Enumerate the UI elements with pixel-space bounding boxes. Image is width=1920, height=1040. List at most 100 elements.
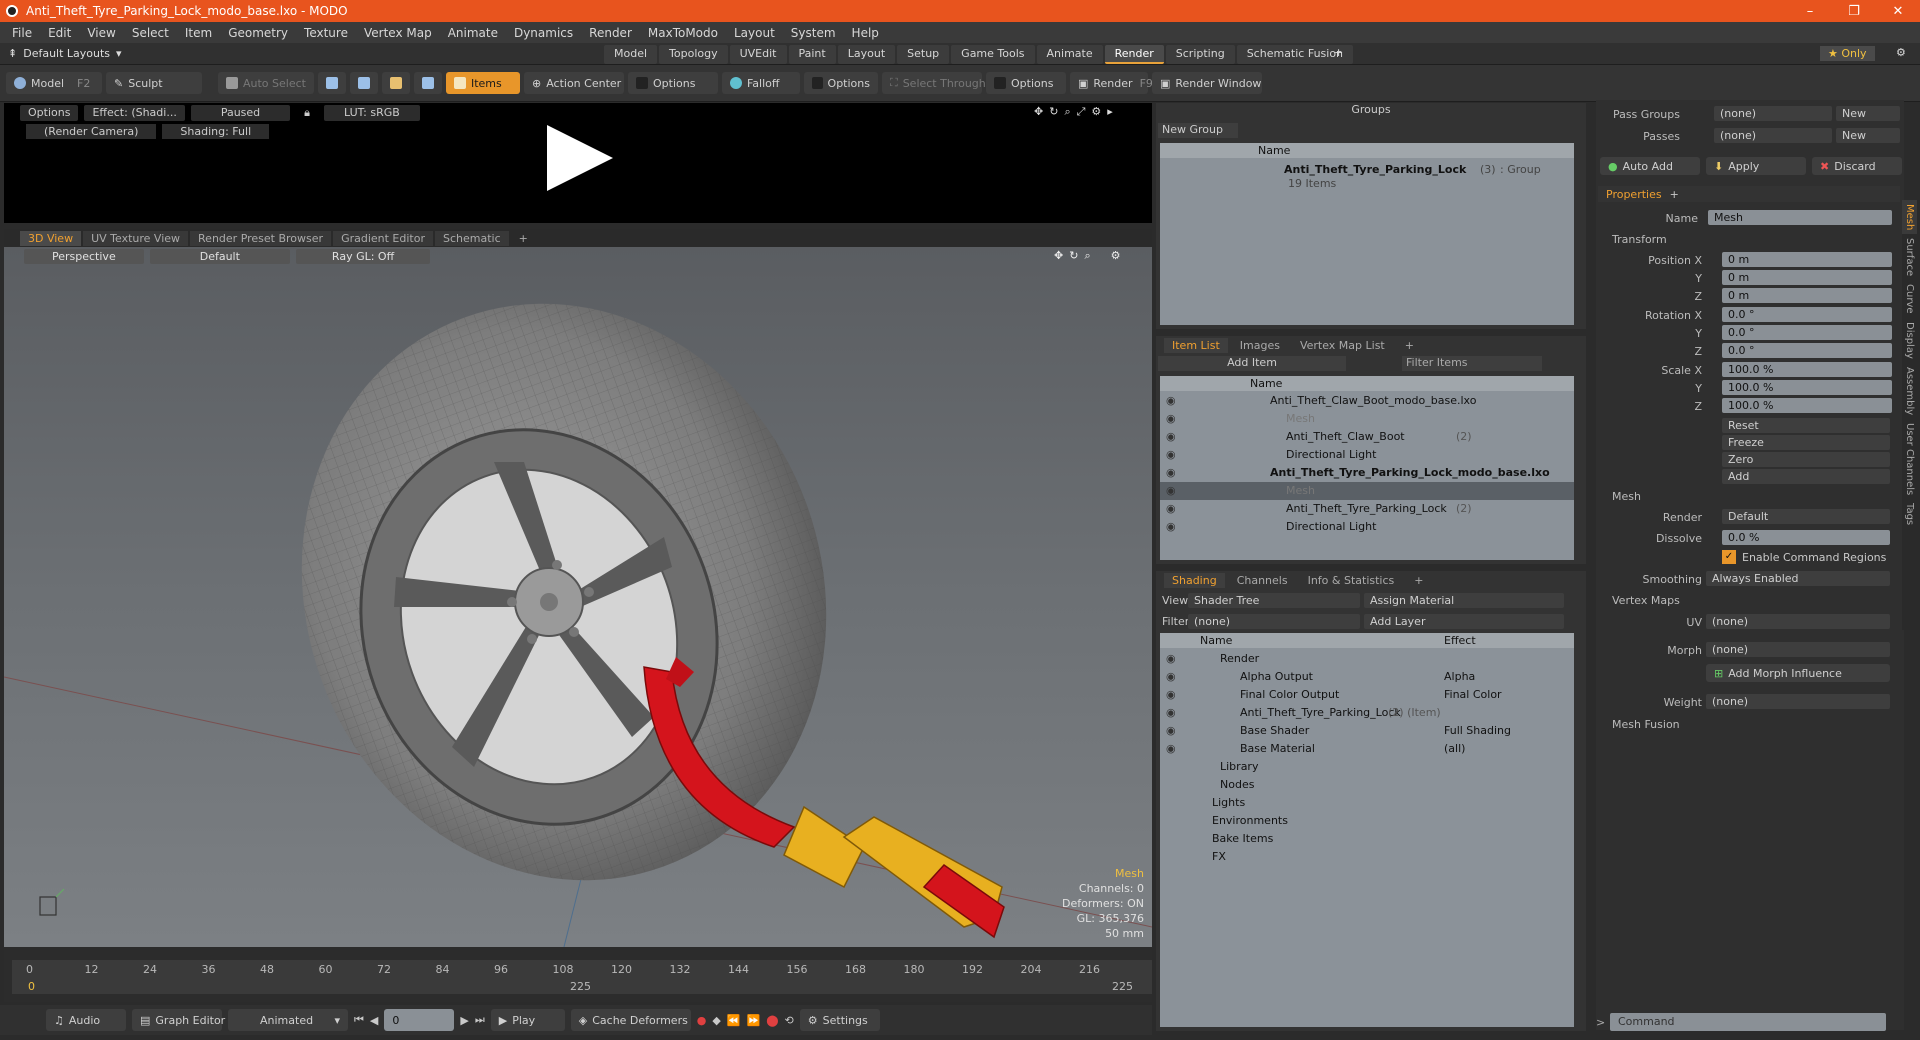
menu-dynamics[interactable]: Dynamics (506, 26, 581, 40)
side-tab-mesh[interactable]: Mesh (1902, 200, 1917, 235)
passes-dropdown[interactable]: (none) (1714, 128, 1832, 143)
add-layout-icon[interactable]: + (1334, 46, 1343, 59)
material-mode-button[interactable] (413, 72, 442, 94)
select-options-button[interactable]: Options (985, 72, 1066, 94)
vertex-mode-button[interactable] (317, 72, 346, 94)
item-list-row[interactable]: ◉ Anti_Theft_Claw_Boot (2) (1160, 428, 1574, 446)
action-center-button[interactable]: ⊕ Action Center (523, 72, 624, 94)
position-x-field[interactable]: 0 m (1722, 252, 1892, 267)
eye-icon[interactable]: ◉ (1166, 430, 1176, 443)
gear-icon[interactable]: ⚙ (1896, 46, 1906, 59)
viewport-tab-schematic[interactable]: Schematic (435, 230, 509, 246)
key-icon[interactable]: ◆ (712, 1014, 720, 1027)
menu-select[interactable]: Select (124, 26, 177, 40)
layout-tab-paint[interactable]: Paint (788, 45, 836, 64)
position-y-field[interactable]: 0 m (1722, 270, 1892, 285)
rotation-z-field[interactable]: 0.0 ° (1722, 343, 1892, 358)
item-list-row[interactable]: ◉ Anti_Theft_Claw_Boot_modo_base.lxo (1160, 392, 1574, 410)
gear-icon[interactable]: ⚙ (1091, 105, 1101, 119)
itemlist-tab-vertex-map-list[interactable]: Vertex Map List (1292, 338, 1393, 353)
animated-dropdown[interactable]: Animated ▾ (228, 1009, 348, 1031)
apply-button[interactable]: ⬇ Apply (1706, 157, 1806, 175)
eye-icon[interactable]: ◉ (1166, 520, 1176, 533)
view-dropdown[interactable]: Shader Tree (1188, 593, 1360, 608)
layout-tab-model[interactable]: Model (604, 45, 658, 64)
shader-tree-row[interactable]: ◉ Anti_Theft_Tyre_Parking_Lock (2) (Item) (1160, 704, 1574, 722)
keyframe-next-icon[interactable]: ⏩ (747, 1014, 761, 1027)
viewport-tab-gradient-editor[interactable]: Gradient Editor (333, 230, 433, 246)
eye-icon[interactable]: ◉ (1166, 670, 1176, 683)
falloff-button[interactable]: Falloff (721, 72, 800, 94)
side-tab-assembly[interactable]: Assembly (1902, 363, 1917, 419)
action-center-options-button[interactable]: Options (627, 72, 718, 94)
menu-system[interactable]: System (783, 26, 844, 40)
items-mode-button[interactable]: Items (445, 72, 520, 94)
layout-tab-game-tools[interactable]: Game Tools (951, 45, 1035, 64)
render-dropdown[interactable]: Default (1722, 509, 1890, 524)
name-input[interactable]: Mesh (1708, 210, 1892, 225)
discard-button[interactable]: ✖ Discard (1812, 157, 1902, 175)
shader-tree-row[interactable]: ◉ Render (1160, 650, 1574, 668)
layout-tab-topology[interactable]: Topology (659, 45, 728, 64)
frame-input[interactable]: 0 (384, 1009, 455, 1031)
group-name[interactable]: Anti_Theft_Tyre_Parking_Lock (1284, 163, 1466, 176)
menu-edit[interactable]: Edit (40, 26, 79, 40)
model-mode-button[interactable]: Model F2 (6, 72, 102, 94)
itemlist-tab-images[interactable]: Images (1232, 338, 1288, 353)
side-tab-display[interactable]: Display (1902, 318, 1917, 363)
properties-tab[interactable]: Properties (1606, 188, 1662, 201)
item-list-row[interactable]: ◉ Mesh (1160, 482, 1574, 500)
add-morph-influence-button[interactable]: ⊞ Add Morph Influence (1706, 664, 1890, 682)
add-tab-icon[interactable]: + (1406, 573, 1431, 588)
scale-y-field[interactable]: 100.0 % (1722, 380, 1892, 395)
groups-list[interactable]: Name Anti_Theft_Tyre_Parking_Lock (3) : … (1160, 143, 1574, 325)
play-button[interactable]: ▶ Play (490, 1009, 565, 1031)
layout-tab-animate[interactable]: Animate (1036, 45, 1103, 64)
sculpt-button[interactable]: ✎ Sculpt (106, 72, 202, 94)
rotation-x-field[interactable]: 0.0 ° (1722, 307, 1892, 322)
auto-add-button[interactable]: ● Auto Add (1600, 157, 1700, 175)
eye-icon[interactable]: ◉ (1166, 688, 1176, 701)
item-list-row[interactable]: ◉ Anti_Theft_Tyre_Parking_Lock (2) (1160, 500, 1574, 518)
morph-dropdown[interactable]: (none) (1706, 642, 1890, 657)
select-through-button[interactable]: ⛶ Select Through (881, 72, 986, 94)
step-back-icon[interactable]: ◀ (370, 1014, 378, 1027)
command-input[interactable]: Command (1610, 1013, 1886, 1031)
shader-tree-effect[interactable]: Full Shading (1444, 724, 1511, 737)
record-icon[interactable]: ● (697, 1014, 707, 1027)
shader-tree-row[interactable]: Library (1160, 758, 1574, 776)
menu-vertex-map[interactable]: Vertex Map (356, 26, 440, 40)
enable-command-regions-checkbox[interactable]: ✓ (1722, 550, 1736, 564)
add-tab-icon[interactable]: + (1397, 338, 1422, 353)
auto-select-button[interactable]: Auto Select (218, 72, 314, 94)
only-toggle[interactable]: ★ Only (1820, 46, 1875, 61)
close-icon[interactable]: ✕ (1876, 4, 1920, 19)
arrow-right-icon[interactable]: ▸ (1107, 105, 1113, 119)
side-tab-tags[interactable]: Tags (1902, 499, 1917, 529)
eye-icon[interactable]: ◉ (1166, 724, 1176, 737)
menu-file[interactable]: File (4, 26, 40, 40)
shader-tree-effect[interactable]: Final Color (1444, 688, 1502, 701)
lut-dropdown[interactable]: LUT: sRGB (324, 105, 420, 121)
viewport-tab-uv-texture-view[interactable]: UV Texture View (83, 230, 189, 246)
item-list-row[interactable]: ◉ Directional Light (1160, 518, 1574, 536)
auto-key-icon[interactable]: ⬤ (766, 1014, 778, 1027)
keyframe-prev-icon[interactable]: ⏪ (727, 1014, 741, 1027)
shader-tree[interactable]: Name Effect ◉ Render ◉ Alpha Output Alpha ◉ Fina… (1160, 633, 1574, 1027)
item-list-row[interactable]: ◉ Anti_Theft_Tyre_Parking_Lock_modo_base.… (1160, 464, 1574, 482)
eye-icon[interactable]: ◉ (1166, 466, 1176, 479)
shader-tree-effect[interactable]: (all) (1444, 742, 1465, 755)
menu-layout[interactable]: Layout (726, 26, 783, 40)
zoom-icon[interactable]: ⌕ (1064, 105, 1070, 119)
layout-tab-scripting[interactable]: Scripting (1165, 45, 1235, 64)
preview-options-button[interactable]: Options (20, 105, 79, 121)
uv-dropdown[interactable]: (none) (1706, 614, 1890, 629)
add-tab-icon[interactable]: + (1670, 188, 1679, 201)
menu-item[interactable]: Item (177, 26, 220, 40)
itemlist-tab-item-list[interactable]: Item List (1164, 337, 1228, 353)
side-tab-surface[interactable]: Surface (1902, 234, 1917, 280)
viewport-tab-render-preset-browser[interactable]: Render Preset Browser (190, 230, 332, 246)
shading-tab-channels[interactable]: Channels (1229, 573, 1296, 588)
new-group-button[interactable]: New Group (1158, 123, 1238, 138)
scale-z-field[interactable]: 100.0 % (1722, 398, 1892, 413)
